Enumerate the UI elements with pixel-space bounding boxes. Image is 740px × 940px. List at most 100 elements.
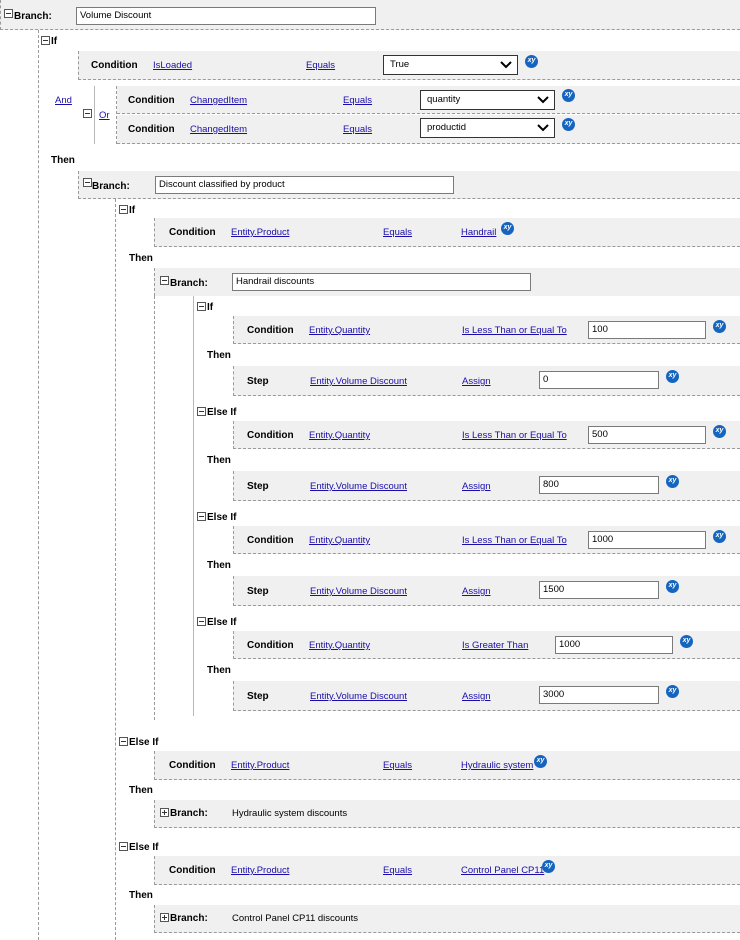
collapse-icon[interactable]: [197, 407, 206, 416]
condition-row: Condition Entity.Product Equals Handrail…: [154, 218, 740, 247]
operator-link[interactable]: Equals: [383, 760, 412, 771]
branch-label: Branch:: [170, 278, 208, 289]
step-field-link[interactable]: Entity.Volume Discount: [310, 376, 407, 387]
operator-link[interactable]: Equals: [383, 227, 412, 238]
xy-icon[interactable]: xy: [666, 685, 679, 698]
value-select[interactable]: productid: [420, 118, 555, 138]
value-select[interactable]: True: [383, 55, 518, 75]
condition-label: Condition: [247, 430, 294, 441]
xy-icon[interactable]: xy: [680, 635, 693, 648]
condition-field-link[interactable]: Entity.Quantity: [309, 640, 370, 651]
operator-link[interactable]: Equals: [343, 124, 372, 135]
condition-row: Condition ChangedItem Equals quantity xy: [117, 86, 740, 114]
else-if-label: Else If: [207, 407, 237, 418]
collapse-icon[interactable]: [160, 276, 169, 285]
step-value-field[interactable]: 0: [539, 371, 659, 389]
xy-icon[interactable]: xy: [713, 425, 726, 438]
expand-icon[interactable]: [160, 913, 169, 922]
step-field-link[interactable]: Entity.Volume Discount: [310, 691, 407, 702]
xy-icon[interactable]: xy: [666, 580, 679, 593]
value-link[interactable]: Control Panel CP11: [461, 865, 544, 876]
collapse-icon[interactable]: [197, 512, 206, 521]
step-field-link[interactable]: Entity.Volume Discount: [310, 586, 407, 597]
branch-row: Branch: Hydraulic system discounts: [154, 800, 740, 828]
step-operator-link[interactable]: Assign: [462, 586, 491, 597]
step-label: Step: [247, 376, 269, 387]
condition-field-link[interactable]: Entity.Product: [231, 865, 289, 876]
step-field-link[interactable]: Entity.Volume Discount: [310, 481, 407, 492]
value-link[interactable]: Hydraulic system: [461, 760, 533, 771]
operator-link[interactable]: Is Less Than or Equal To: [462, 535, 567, 546]
xy-icon[interactable]: xy: [713, 530, 726, 543]
value-link[interactable]: Handrail: [461, 227, 496, 238]
condition-field-link[interactable]: Entity.Product: [231, 227, 289, 238]
branch-name-field[interactable]: Discount classified by product: [155, 176, 454, 194]
collapse-icon[interactable]: [197, 302, 206, 311]
chevron-down-icon: [537, 124, 549, 132]
step-value-field[interactable]: 1500: [539, 581, 659, 599]
step-value-field[interactable]: 3000: [539, 686, 659, 704]
condition-field-link[interactable]: ChangedItem: [190, 95, 247, 106]
xy-icon[interactable]: xy: [666, 475, 679, 488]
condition-label: Condition: [128, 95, 175, 106]
collapse-icon[interactable]: [83, 109, 92, 118]
xy-icon[interactable]: xy: [534, 755, 547, 768]
tree-guide: [193, 296, 195, 716]
chevron-down-icon: [500, 61, 512, 69]
step-value-field[interactable]: 800: [539, 476, 659, 494]
operator-link[interactable]: Equals: [343, 95, 372, 106]
collapse-icon[interactable]: [4, 9, 13, 18]
xy-icon[interactable]: xy: [562, 89, 575, 102]
xy-icon[interactable]: xy: [525, 55, 538, 68]
collapse-icon[interactable]: [197, 617, 206, 626]
collapse-icon[interactable]: [119, 842, 128, 851]
collapse-icon[interactable]: [41, 36, 50, 45]
value-select[interactable]: quantity: [420, 90, 555, 110]
collapse-icon[interactable]: [119, 205, 128, 214]
xy-icon[interactable]: xy: [501, 222, 514, 235]
operator-link[interactable]: Is Less Than or Equal To: [462, 325, 567, 336]
xy-icon[interactable]: xy: [666, 370, 679, 383]
tree-guide: [115, 199, 117, 940]
value-field[interactable]: 1000: [555, 636, 673, 654]
step-label: Step: [247, 586, 269, 597]
branch-row: Branch: Discount classified by product: [78, 171, 740, 199]
operator-link[interactable]: Equals: [383, 865, 412, 876]
xy-icon[interactable]: xy: [713, 320, 726, 333]
branch-label: Branch:: [170, 913, 208, 924]
condition-field-link[interactable]: Entity.Quantity: [309, 430, 370, 441]
and-link[interactable]: And: [55, 95, 72, 106]
then-label: Then: [207, 560, 231, 571]
operator-link[interactable]: Equals: [306, 60, 335, 71]
tree-guide: [154, 296, 156, 720]
condition-field-link[interactable]: Entity.Quantity: [309, 325, 370, 336]
xy-icon[interactable]: xy: [562, 118, 575, 131]
step-operator-link[interactable]: Assign: [462, 481, 491, 492]
condition-field-link[interactable]: Entity.Quantity: [309, 535, 370, 546]
step-row: Step Entity.Volume Discount Assign 800 x…: [233, 471, 740, 501]
step-operator-link[interactable]: Assign: [462, 376, 491, 387]
if-label: If: [207, 302, 214, 313]
value-field[interactable]: 100: [588, 321, 706, 339]
collapse-icon[interactable]: [83, 178, 92, 187]
branch-name-field[interactable]: Handrail discounts: [232, 273, 531, 291]
or-link[interactable]: Or: [99, 110, 110, 121]
condition-field-link[interactable]: ChangedItem: [190, 124, 247, 135]
branch-row: Branch: Control Panel CP11 discounts: [154, 905, 740, 933]
collapse-icon[interactable]: [119, 737, 128, 746]
operator-link[interactable]: Is Less Than or Equal To: [462, 430, 567, 441]
condition-field-link[interactable]: Entity.Product: [231, 760, 289, 771]
condition-label: Condition: [247, 640, 294, 651]
else-if-label: Else If: [207, 617, 237, 628]
value-field[interactable]: 1000: [588, 531, 706, 549]
step-operator-link[interactable]: Assign: [462, 691, 491, 702]
operator-link[interactable]: Is Greater Than: [462, 640, 528, 651]
expand-icon[interactable]: [160, 808, 169, 817]
condition-field-link[interactable]: IsLoaded: [153, 60, 192, 71]
xy-icon[interactable]: xy: [542, 860, 555, 873]
value-field[interactable]: 500: [588, 426, 706, 444]
branch-name: Hydraulic system discounts: [232, 808, 348, 819]
then-label: Then: [207, 350, 231, 361]
branch-name-field[interactable]: Volume Discount: [76, 7, 376, 25]
then-label: Then: [207, 455, 231, 466]
